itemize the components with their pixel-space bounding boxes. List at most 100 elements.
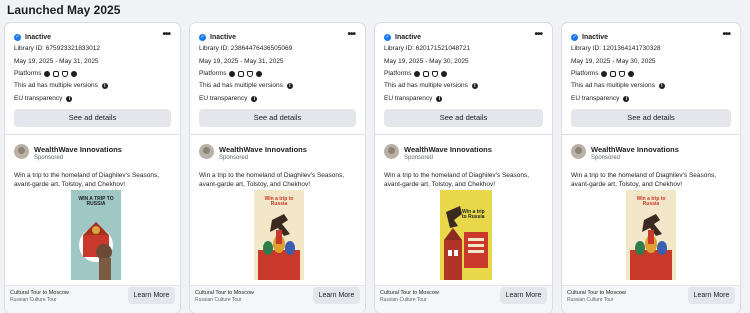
more-options-icon[interactable]: •••	[162, 29, 170, 40]
run-dates: May 19, 2025 - May 30, 2025	[384, 58, 469, 65]
ad-footer: Cultural Tour to Moscow Russian Culture …	[375, 285, 552, 313]
see-ad-details-button[interactable]: See ad details	[14, 109, 171, 127]
ad-creative-image[interactable]: Win a trip to Russia	[626, 190, 676, 280]
audience-network-icon	[62, 70, 69, 77]
advertiser-name[interactable]: WealthWave Innovations	[219, 145, 307, 154]
check-circle-icon: ✓	[14, 33, 21, 41]
learn-more-button[interactable]: Learn More	[688, 287, 735, 304]
advertiser-avatar[interactable]	[571, 144, 586, 159]
info-icon[interactable]: i	[251, 95, 258, 102]
divider	[190, 134, 365, 135]
status-text: Inactive	[582, 33, 609, 41]
advertiser-name[interactable]: WealthWave Innovations	[34, 145, 122, 154]
status-text: Inactive	[210, 33, 237, 41]
sponsored-label: Sponsored	[219, 155, 249, 161]
advertiser-avatar[interactable]	[199, 144, 214, 159]
run-dates: May 19, 2025 - May 31, 2025	[14, 58, 99, 65]
platforms-label: Platforms	[14, 70, 42, 77]
creative-illustration	[444, 206, 488, 280]
ad-footer: Cultural Tour to Moscow Russian Culture …	[190, 285, 365, 313]
learn-more-button[interactable]: Learn More	[313, 287, 360, 304]
footer-title: Cultural Tour to Moscow	[380, 290, 439, 296]
learn-more-button[interactable]: Learn More	[500, 287, 547, 304]
facebook-icon	[601, 70, 608, 77]
check-circle-icon: ✓	[571, 33, 578, 41]
advertiser-name[interactable]: WealthWave Innovations	[404, 145, 492, 154]
messenger-icon	[71, 70, 78, 77]
platforms-label: Platforms	[384, 70, 412, 77]
eu-transparency-row: EU transparency i	[384, 95, 443, 102]
status-badge: ✓ Inactive	[571, 32, 608, 42]
platforms-label: Platforms	[571, 70, 599, 77]
ad-card: ✓ Inactive ••• Library ID: 2386447643650…	[190, 23, 365, 313]
audience-network-icon	[432, 70, 439, 77]
platforms-row: Platforms	[199, 70, 263, 77]
advertiser-avatar[interactable]	[384, 144, 399, 159]
ad-body-text: Win a trip to the homeland of Diaghilev'…	[14, 172, 160, 188]
ad-footer: Cultural Tour to Moscow Russian Culture …	[5, 285, 180, 313]
advertiser-name[interactable]: WealthWave Innovations	[591, 145, 679, 154]
library-id: Library ID: 23864476436505069	[199, 45, 293, 52]
instagram-icon	[238, 70, 245, 77]
sponsored-label: Sponsored	[404, 155, 434, 161]
messenger-icon	[256, 70, 263, 77]
facebook-icon	[229, 70, 236, 77]
advertiser-avatar[interactable]	[14, 144, 29, 159]
platforms-row: Platforms	[14, 70, 78, 77]
learn-more-button[interactable]: Learn More	[128, 287, 175, 304]
versions-row: This ad has multiple versions i	[384, 82, 478, 89]
info-icon[interactable]: i	[471, 82, 478, 89]
library-id: Library ID: 1201364141730328	[571, 45, 661, 52]
run-dates: May 19, 2025 - May 30, 2025	[571, 58, 656, 65]
footer-title: Cultural Tour to Moscow	[195, 290, 254, 296]
audience-network-icon	[247, 70, 254, 77]
ad-creative-image[interactable]: WIN A TRIP TO RUSSIA	[71, 190, 121, 280]
info-icon[interactable]: i	[286, 82, 293, 89]
more-options-icon[interactable]: •••	[534, 29, 542, 40]
versions-text: This ad has multiple versions	[199, 82, 283, 89]
versions-text: This ad has multiple versions	[384, 82, 468, 89]
audience-network-icon	[619, 70, 626, 77]
divider	[375, 134, 552, 135]
instagram-icon	[610, 70, 617, 77]
messenger-icon	[628, 70, 635, 77]
ad-footer: Cultural Tour to Moscow Russian Culture …	[562, 285, 740, 313]
info-icon[interactable]: i	[101, 82, 108, 89]
ad-body-text: Win a trip to the homeland of Diaghilev'…	[384, 172, 530, 188]
footer-title: Cultural Tour to Moscow	[10, 290, 69, 296]
platforms-row: Platforms	[571, 70, 635, 77]
footer-subtitle: Russian Culture Tour	[380, 297, 427, 303]
see-ad-details-button[interactable]: See ad details	[199, 109, 356, 127]
check-circle-icon: ✓	[384, 33, 391, 41]
see-ad-details-button[interactable]: See ad details	[384, 109, 543, 127]
versions-row: This ad has multiple versions i	[14, 82, 108, 89]
info-icon[interactable]: i	[436, 95, 443, 102]
more-options-icon[interactable]: •••	[347, 29, 355, 40]
eu-transparency-row: EU transparency i	[14, 95, 73, 102]
divider	[562, 134, 740, 135]
info-icon[interactable]: i	[658, 82, 665, 89]
ad-cards-row: ✓ Inactive ••• Library ID: 6759233218330…	[0, 23, 750, 313]
ad-body-text: Win a trip to the homeland of Diaghilev'…	[571, 172, 717, 188]
facebook-icon	[414, 70, 421, 77]
ad-creative-image[interactable]: Win a trip to Russia	[254, 190, 304, 280]
facebook-icon	[44, 70, 51, 77]
info-icon[interactable]: i	[66, 95, 73, 102]
footer-title: Cultural Tour to Moscow	[567, 290, 626, 296]
info-icon[interactable]: i	[623, 95, 630, 102]
footer-subtitle: Russian Culture Tour	[567, 297, 614, 303]
see-ad-details-button[interactable]: See ad details	[571, 109, 731, 127]
ad-creative-image[interactable]: Win a trip to Russia	[440, 190, 492, 280]
status-badge: ✓ Inactive	[199, 32, 236, 42]
versions-row: This ad has multiple versions i	[571, 82, 665, 89]
more-options-icon[interactable]: •••	[722, 29, 730, 40]
status-text: Inactive	[25, 33, 52, 41]
run-dates: May 19, 2025 - May 31, 2025	[199, 58, 284, 65]
eu-transparency-text: EU transparency	[571, 95, 620, 102]
footer-subtitle: Russian Culture Tour	[195, 297, 242, 303]
messenger-icon	[441, 70, 448, 77]
creative-illustration	[258, 214, 300, 280]
ad-card: ✓ Inactive ••• Library ID: 1201364141730…	[562, 23, 740, 313]
instagram-icon	[53, 70, 60, 77]
library-id: Library ID: 675923321833012	[14, 45, 101, 52]
